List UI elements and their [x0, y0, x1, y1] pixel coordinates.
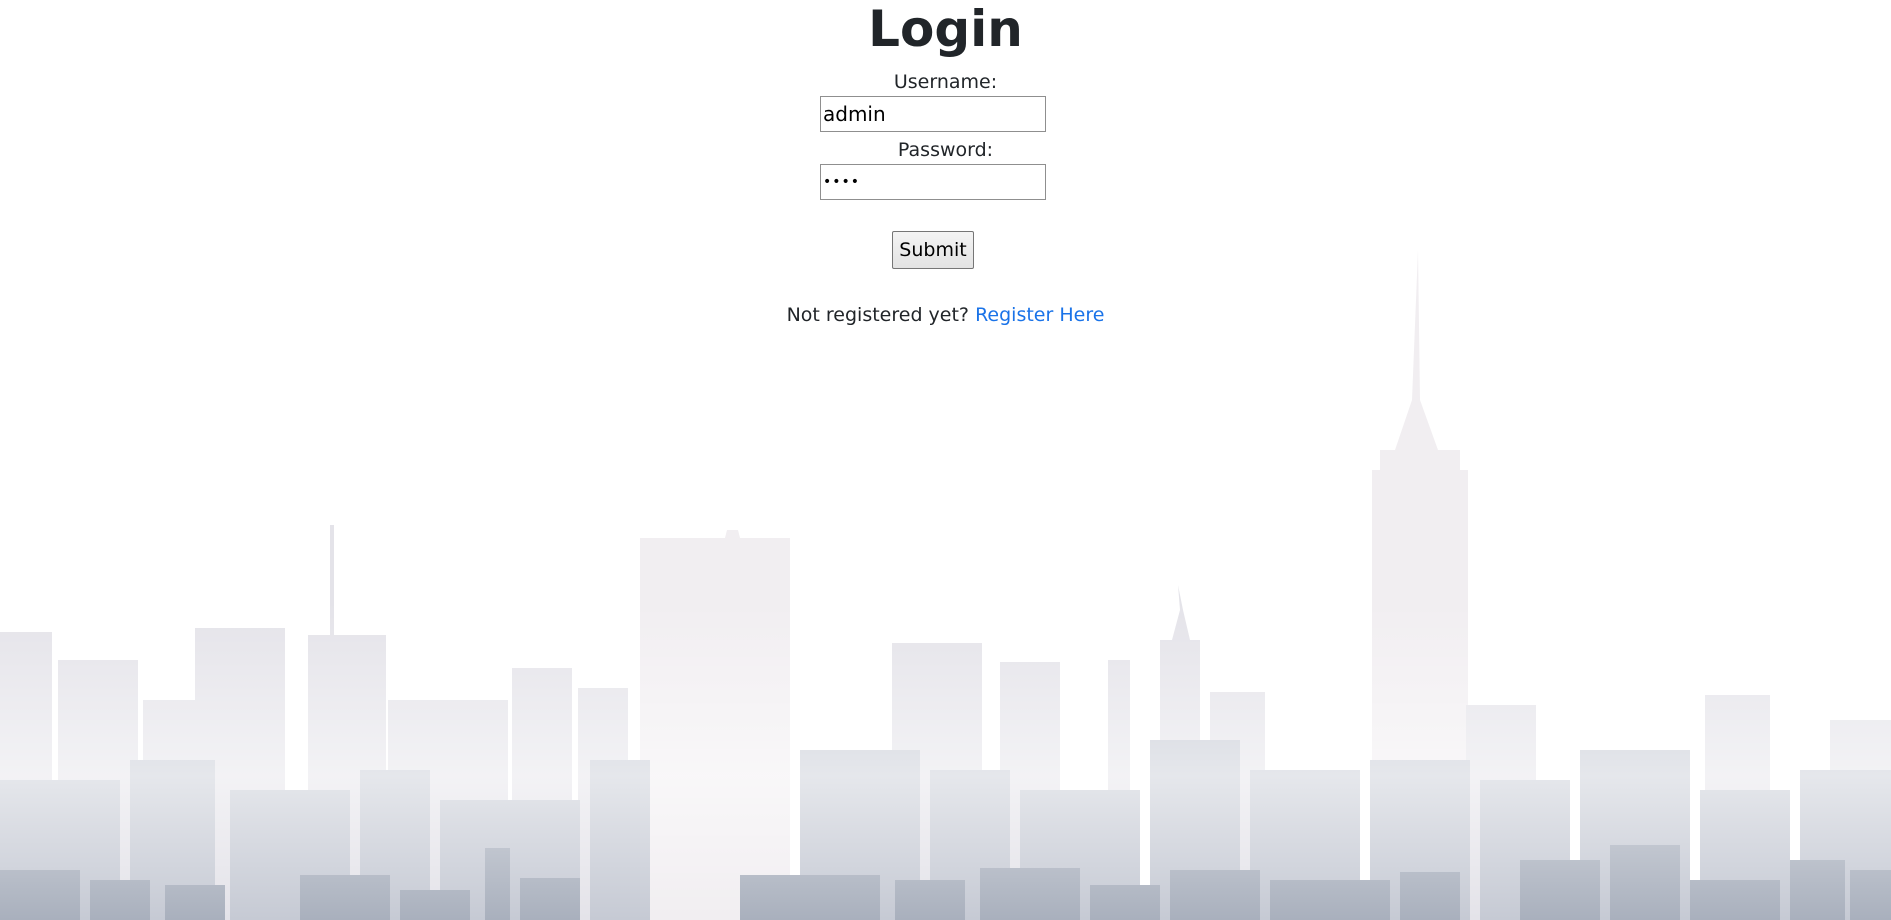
register-prompt-text: Not registered yet? [786, 304, 970, 326]
register-link[interactable]: Register Here [975, 304, 1104, 326]
password-input[interactable] [820, 164, 1046, 200]
register-prompt-line: Not registered yet? Register Here [0, 302, 1891, 328]
username-input[interactable] [820, 96, 1046, 132]
submit-button[interactable]: Submit [892, 231, 974, 269]
page-title: Login [868, 0, 1023, 58]
password-label: Password: [897, 139, 994, 161]
login-page: Login Username: Password: Submit Not reg… [0, 0, 1891, 920]
username-label: Username: [893, 71, 998, 93]
